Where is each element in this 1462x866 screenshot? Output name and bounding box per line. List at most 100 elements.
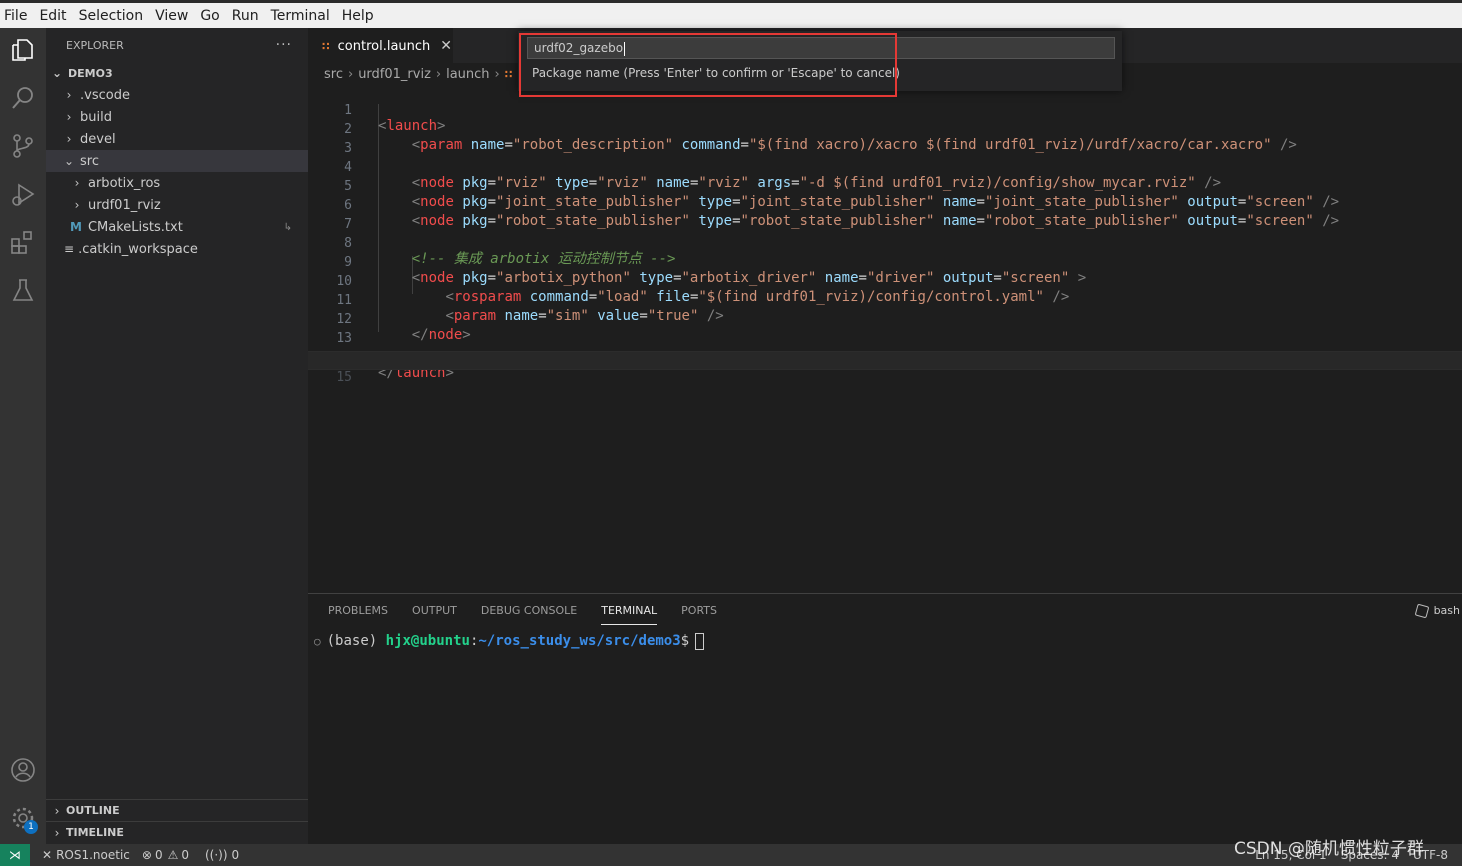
ros-status[interactable]: ✕ ROS1.noetic	[42, 848, 130, 862]
tree-item-cmakelists[interactable]: M CMakeLists.txt ↳	[46, 216, 308, 238]
tree-item-label: arbotix_ros	[88, 175, 161, 191]
tab-ports[interactable]: PORTS	[681, 594, 717, 628]
activity-bar	[0, 28, 46, 844]
chevron-right-icon: ›	[66, 132, 72, 146]
code-line: 7	[308, 199, 1462, 232]
menu-selection[interactable]: Selection	[79, 8, 150, 24]
error-count: 0	[154, 848, 163, 862]
tree-item-label: CMakeLists.txt	[87, 219, 183, 235]
warning-count: 0	[181, 848, 189, 862]
shell-name: bash	[1433, 604, 1460, 617]
quick-input-message: Package name (Press 'Enter' to confirm o…	[532, 66, 900, 80]
code-line: 11 <param name="sim" value="true" />	[308, 275, 1462, 324]
explorer-title: EXPLORER	[66, 38, 124, 52]
more-actions-button[interactable]: ···	[276, 37, 292, 53]
code-line: 6 <node pkg="robot_state_publisher" type…	[308, 180, 1462, 229]
package-name-input[interactable]: urdf02_gazebo	[527, 37, 1115, 59]
problems-status[interactable]: ⊗ 0 ⚠ 0	[142, 848, 189, 862]
code-line: 9 <node pkg="arbotix_python" type="arbot…	[308, 237, 1462, 286]
outline-label: OUTLINE	[66, 804, 120, 817]
chevron-right-icon: ›	[494, 66, 500, 82]
tree-item-label: build	[80, 109, 112, 125]
terminal-icon	[1414, 603, 1429, 618]
search-icon[interactable]	[9, 84, 37, 112]
account-icon[interactable]	[9, 756, 37, 784]
code-line: 5 <node pkg="joint_state_publisher" type…	[308, 161, 1462, 210]
tree-item-label: .vscode	[80, 87, 130, 103]
close-icon[interactable]: ✕	[440, 38, 452, 54]
menu-view[interactable]: View	[155, 8, 194, 24]
tree-item-label: src	[80, 153, 99, 169]
extensions-icon[interactable]	[9, 228, 37, 256]
menu-run[interactable]: Run	[232, 8, 265, 24]
code-line: 8 <!-- 集成 arbotix 运动控制节点 -->	[308, 218, 1462, 267]
chevron-down-icon: ⌄	[63, 154, 75, 168]
tree-item-devel[interactable]: › devel	[46, 128, 308, 150]
bottom-panel: PROBLEMS OUTPUT DEBUG CONSOLE TERMINAL P…	[308, 593, 1462, 844]
chevron-right-icon: ›	[54, 825, 60, 840]
tree-item-catkin-workspace[interactable]: ≡ .catkin_workspace	[46, 238, 308, 260]
tree-item-vscode[interactable]: › .vscode	[46, 84, 308, 106]
tree-item-src[interactable]: ⌄ src	[46, 150, 308, 172]
menu-go[interactable]: Go	[200, 8, 225, 24]
explorer-sidebar: EXPLORER ··· ⌄ DEMO3 › .vscode › build ›…	[46, 28, 308, 844]
code-line: 14 </launch>	[308, 332, 1462, 381]
prompt-symbol: $	[680, 633, 690, 649]
chevron-right-icon: ›	[435, 66, 442, 82]
ports-count: 0	[231, 848, 240, 862]
tab-label: control.launch	[337, 38, 431, 54]
timeline-section[interactable]: › TIMELINE	[46, 821, 308, 843]
source-control-icon[interactable]	[9, 132, 37, 160]
settings-badge: 1	[24, 820, 38, 834]
timeline-label: TIMELINE	[66, 826, 124, 839]
menu-edit[interactable]: Edit	[39, 8, 72, 24]
cmake-file-icon: M	[70, 220, 82, 234]
tree-item-label: devel	[80, 131, 116, 147]
quick-input-widget: urdf02_gazebo Package name (Press 'Enter…	[518, 31, 1122, 91]
menu-file[interactable]: File	[4, 8, 33, 24]
close-icon: ✕	[42, 848, 53, 862]
tree-item-label: .catkin_workspace	[78, 241, 198, 257]
code-line: 4 <node pkg="rviz" type="rviz" name="rvi…	[308, 142, 1462, 191]
breadcrumb-item[interactable]: launch	[446, 67, 489, 82]
text-file-icon: ≡	[64, 242, 75, 256]
chevron-right-icon: ›	[74, 176, 80, 190]
terminal-cursor	[695, 632, 705, 650]
code-editor[interactable]: 1 <launch> 2 <param name="robot_descript…	[308, 85, 1462, 593]
prompt-env: (base)	[326, 633, 378, 649]
breadcrumb-item[interactable]: urdf01_rviz	[358, 67, 431, 82]
tab-problems[interactable]: PROBLEMS	[328, 594, 388, 628]
tab-control-launch[interactable]: ∷ control.launch ✕	[308, 28, 453, 63]
explorer-header: EXPLORER ···	[46, 28, 308, 62]
menu-help[interactable]: Help	[342, 8, 380, 24]
testing-icon[interactable]	[9, 276, 37, 304]
menu-terminal[interactable]: Terminal	[271, 8, 336, 24]
chevron-right-icon: ›	[66, 110, 72, 124]
terminal-output[interactable]: ○ (base) hjx@ubuntu:~/ros_study_ws/src/de…	[314, 632, 705, 651]
ports-status[interactable]: ((·)) 0	[205, 848, 239, 862]
link-arrow-icon: ↳	[283, 221, 292, 233]
code-line: 10 <rosparam command="load" file="$(find…	[308, 256, 1462, 305]
code-line: 12 </node>	[308, 294, 1462, 343]
terminal-shell-selector[interactable]: bash	[1414, 603, 1460, 618]
chevron-right-icon: ›	[74, 198, 80, 212]
prompt-path: ~/ros_study_ws/src/demo3	[478, 633, 681, 649]
code-line-current: 15	[308, 351, 1462, 385]
rss-file-icon: ∷	[322, 39, 330, 53]
chevron-right-icon: ›	[54, 803, 60, 818]
tab-terminal[interactable]: TERMINAL	[601, 594, 657, 628]
tree-item-arbotix-ros[interactable]: › arbotix_ros	[46, 172, 308, 194]
workspace-root[interactable]: ⌄ DEMO3	[46, 62, 308, 84]
ros-version: ROS1.noetic	[56, 848, 130, 862]
explorer-icon[interactable]	[9, 36, 37, 64]
tree-item-build[interactable]: › build	[46, 106, 308, 128]
tab-debug-console[interactable]: DEBUG CONSOLE	[481, 594, 577, 628]
breadcrumb-item[interactable]: src	[324, 67, 343, 82]
line-number: 15	[336, 370, 352, 385]
run-debug-icon[interactable]	[9, 180, 37, 208]
tree-item-urdf01-rviz[interactable]: › urdf01_rviz	[46, 194, 308, 216]
outline-section[interactable]: › OUTLINE	[46, 799, 308, 821]
remote-icon[interactable]: ⋊	[0, 844, 30, 866]
tab-output[interactable]: OUTPUT	[412, 594, 457, 628]
tree-item-label: urdf01_rviz	[88, 197, 161, 213]
